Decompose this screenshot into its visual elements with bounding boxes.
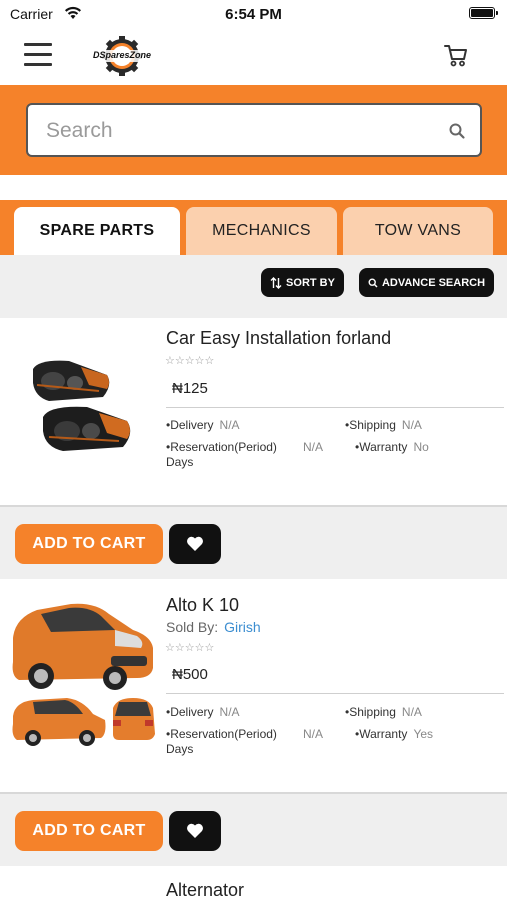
warranty-spec: •Warranty Yes (355, 727, 433, 741)
heart-icon (187, 536, 203, 551)
top-nav-bar: DSparesZone (0, 28, 507, 85)
sort-icon (270, 276, 282, 289)
wishlist-button[interactable] (169, 524, 221, 564)
tab-tow-vans[interactable]: TOW VANS (343, 207, 493, 255)
divider (166, 693, 504, 694)
warranty-label: •Warranty (355, 727, 408, 741)
warranty-label: •Warranty (355, 440, 408, 454)
spacer (0, 175, 507, 200)
car-rear-view (113, 698, 155, 740)
sort-by-button[interactable]: SORT BY (261, 268, 344, 297)
reservation-label: •Reservation(Period) (166, 440, 277, 454)
wishlist-button[interactable] (169, 811, 221, 851)
product-actions: ADD TO CART (0, 792, 507, 866)
warranty-value: No (413, 440, 429, 454)
heart-icon (187, 823, 203, 838)
search-input[interactable] (46, 117, 436, 145)
category-tabs: SPARE PARTS MECHANICS TOW VANS (0, 200, 507, 255)
delivery-value: N/A (219, 705, 240, 719)
delivery-spec: •Delivery N/A (166, 418, 240, 432)
status-bar: Carrier 6:54 PM (0, 0, 507, 28)
delivery-value: N/A (219, 418, 240, 432)
product-image-headlights[interactable] (11, 329, 156, 473)
product-card[interactable]: Car Easy Installation forland ☆☆☆☆☆ ₦125… (0, 318, 507, 505)
shipping-spec: •Shipping N/A (345, 705, 422, 719)
tab-spare-parts[interactable]: SPARE PARTS (14, 207, 180, 255)
advance-search-button[interactable]: ADVANCE SEARCH (359, 268, 494, 297)
product-actions: ADD TO CART (0, 505, 507, 579)
clock: 6:54 PM (225, 6, 282, 23)
product-price: ₦125 (172, 380, 208, 397)
add-to-cart-button[interactable]: ADD TO CART (15, 811, 163, 851)
delivery-label: •Delivery (166, 418, 214, 432)
seller-link[interactable]: Girish (224, 619, 261, 635)
list-toolbar: SORT BY ADVANCE SEARCH (0, 255, 507, 308)
search-icon[interactable] (448, 122, 466, 140)
cart-icon[interactable] (443, 42, 469, 68)
search-box[interactable] (26, 103, 482, 157)
tab-mechanics[interactable]: MECHANICS (186, 207, 337, 255)
advance-search-label: ADVANCE SEARCH (381, 276, 486, 289)
search-icon (368, 277, 378, 288)
delivery-label: •Delivery (166, 705, 214, 719)
reservation-value: N/A (303, 440, 324, 454)
add-to-cart-button[interactable]: ADD TO CART (15, 524, 163, 564)
product-title[interactable]: Car Easy Installation forland (166, 328, 391, 349)
car-front-view (12, 603, 153, 690)
product-card[interactable]: Alternator (0, 866, 507, 900)
shipping-spec: •Shipping N/A (345, 418, 422, 432)
reservation-label: •Reservation(Period) (166, 727, 277, 741)
reservation-unit: Days (166, 742, 194, 756)
product-image-alternator[interactable] (11, 882, 156, 900)
divider (166, 407, 504, 408)
warranty-value: Yes (413, 727, 434, 741)
rating-stars-icon: ☆☆☆☆☆ (165, 355, 215, 367)
shipping-value: N/A (401, 418, 422, 432)
product-card[interactable]: Alto K 10 Sold By: Girish ☆☆☆☆☆ ₦500 •Del… (0, 579, 507, 792)
product-price: ₦500 (172, 666, 208, 683)
battery-icon (469, 7, 498, 19)
car-side-view (12, 698, 106, 746)
product-title[interactable]: Alternator (166, 880, 244, 900)
warranty-spec: •Warranty No (355, 440, 429, 454)
shipping-label: •Shipping (345, 418, 396, 432)
brand-logo[interactable]: DSparesZone (86, 36, 158, 76)
brand-logo-text: DSparesZone (92, 50, 152, 60)
product-image-car[interactable] (11, 596, 156, 748)
shipping-value: N/A (401, 705, 422, 719)
delivery-spec: •Delivery N/A (166, 705, 240, 719)
search-band (0, 85, 507, 175)
reservation-value: N/A (303, 727, 324, 741)
reservation-unit: Days (166, 455, 194, 469)
rating-stars-icon: ☆☆☆☆☆ (165, 642, 215, 654)
shipping-label: •Shipping (345, 705, 396, 719)
hamburger-menu-icon[interactable] (24, 43, 52, 67)
sold-by-label: Sold By: (166, 619, 219, 635)
product-title[interactable]: Alto K 10 (166, 595, 239, 616)
sort-by-label: SORT BY (286, 276, 335, 289)
sold-by: Sold By: Girish (166, 619, 261, 635)
